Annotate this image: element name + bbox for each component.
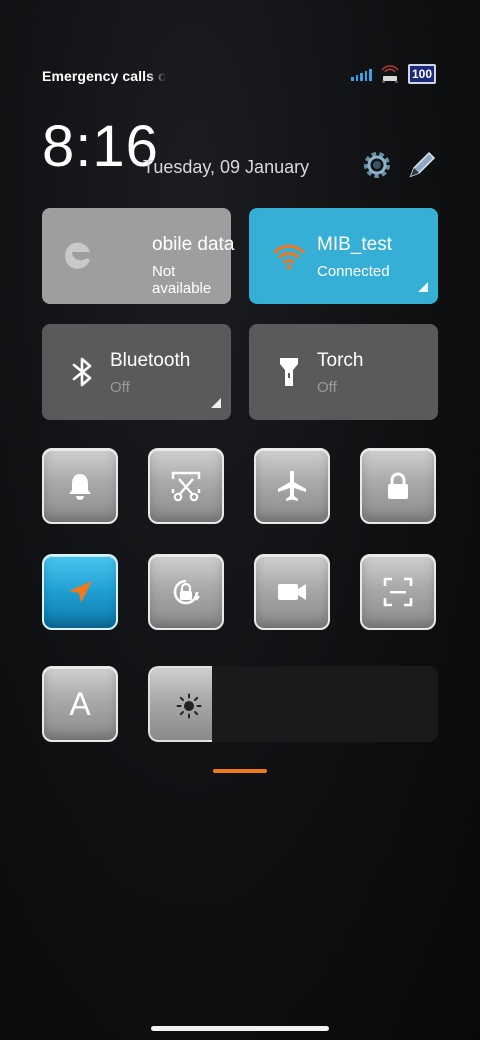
bluetooth-tile[interactable]: Bluetooth Off <box>42 324 231 420</box>
bluetooth-icon <box>72 357 92 387</box>
auto-brightness-toggle[interactable]: A <box>42 666 118 742</box>
mobile-data-icon <box>65 242 90 269</box>
lock-icon <box>388 472 408 499</box>
scan-frame-icon <box>383 577 413 607</box>
brightness-slider-fill[interactable] <box>148 666 212 742</box>
wifi-icon <box>273 244 305 270</box>
tile-status: Off <box>317 379 337 396</box>
clock: 8:16 <box>42 114 159 179</box>
screen-recorder-toggle[interactable] <box>254 554 330 630</box>
wifi-tile[interactable]: MIB_test Connected <box>249 208 438 304</box>
expand-corner-icon[interactable] <box>211 398 221 408</box>
gear-icon[interactable] <box>360 148 394 182</box>
tile-status: Connected <box>317 263 390 280</box>
tile-status: Off <box>110 379 130 396</box>
sun-icon <box>176 693 202 719</box>
airplane-icon <box>278 470 306 501</box>
scissors-icon <box>171 471 201 502</box>
carrier-text: Emergency calls only <box>42 68 166 84</box>
home-indicator[interactable] <box>151 1026 329 1031</box>
tile-title: obile data <box>152 234 235 255</box>
brightness-slider[interactable] <box>148 666 438 742</box>
tile-title: Torch <box>317 350 364 371</box>
notifications-toggle[interactable] <box>42 448 118 524</box>
tile-status: Not available <box>152 263 212 297</box>
bell-icon <box>69 474 91 500</box>
date: Tuesday, 09 January <box>143 157 310 177</box>
screenshot-toggle[interactable] <box>148 448 224 524</box>
auto-brightness-label: A <box>69 685 91 722</box>
signal-icon <box>351 67 372 81</box>
panel-drag-handle[interactable] <box>213 769 267 773</box>
expand-corner-icon[interactable] <box>418 282 428 292</box>
flashlight-icon <box>280 358 298 386</box>
scanner-toggle[interactable] <box>360 554 436 630</box>
location-arrow-icon <box>69 581 92 603</box>
airplane-mode-toggle[interactable] <box>254 448 330 524</box>
lock-screen-toggle[interactable] <box>360 448 436 524</box>
location-toggle[interactable] <box>42 554 118 630</box>
tile-title: MIB_test <box>317 234 392 255</box>
pencil-icon[interactable] <box>405 148 439 182</box>
video-camera-icon <box>278 584 306 600</box>
rotation-lock-icon <box>173 579 200 605</box>
battery-indicator: 100 <box>407 64 436 84</box>
status-icons: 100 <box>351 64 436 84</box>
tile-title: Bluetooth <box>110 350 191 371</box>
auto-rotate-toggle[interactable] <box>148 554 224 630</box>
wifi-router-icon <box>381 65 399 83</box>
mobile-data-tile[interactable]: obile data Not available <box>42 208 235 304</box>
torch-tile[interactable]: Torch Off <box>249 324 438 420</box>
